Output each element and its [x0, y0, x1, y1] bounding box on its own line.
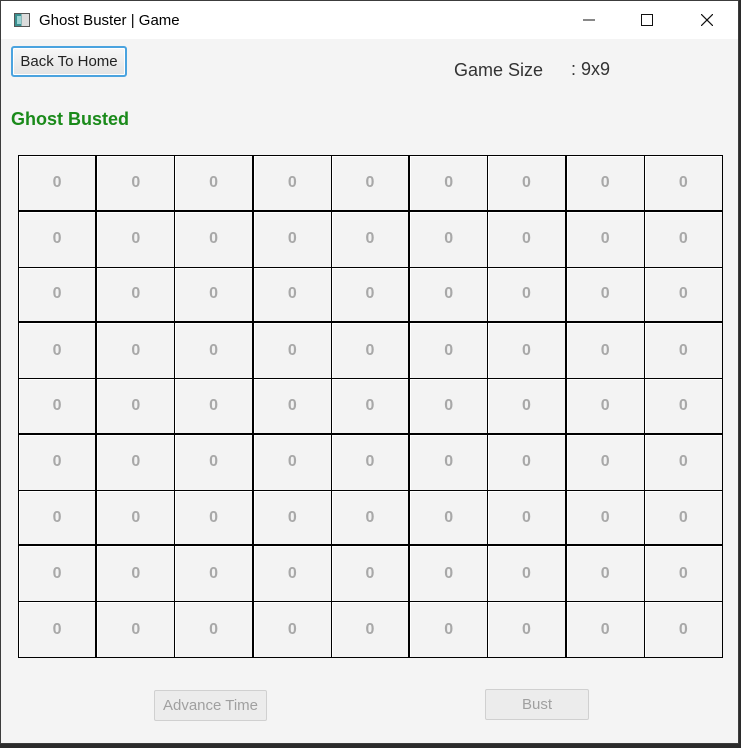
game-size-label: Game Size [454, 60, 544, 80]
back-to-home-button[interactable]: Back To Home [11, 46, 127, 77]
minimize-icon [583, 19, 595, 21]
board-cell[interactable]: 0 [331, 434, 411, 491]
board-cell[interactable]: 0 [175, 211, 254, 268]
board-cell[interactable]: 0 [19, 379, 98, 435]
board-cell[interactable]: 0 [97, 267, 176, 324]
board-cell[interactable]: 0 [19, 156, 98, 212]
app-window: Ghost Buster | Game Back To Home Game Si… [0, 0, 739, 744]
board-cell[interactable]: 0 [253, 546, 332, 603]
board-cell[interactable]: 0 [410, 323, 489, 380]
bust-button[interactable]: Bust [485, 689, 589, 720]
board-cell[interactable]: 0 [566, 267, 645, 324]
board-cell[interactable]: 0 [253, 379, 332, 435]
board-cell[interactable]: 0 [19, 267, 98, 324]
board-cell[interactable]: 0 [331, 379, 411, 435]
board-cell[interactable]: 0 [488, 156, 567, 212]
board-cell[interactable]: 0 [175, 434, 254, 491]
board-cell[interactable]: 0 [331, 602, 411, 658]
board-cell[interactable]: 0 [410, 546, 489, 603]
board-cell[interactable]: 0 [644, 323, 723, 380]
board-cell[interactable]: 0 [488, 379, 567, 435]
board-cell[interactable]: 0 [488, 211, 567, 268]
board-cell[interactable]: 0 [566, 434, 645, 491]
board-cell[interactable]: 0 [410, 434, 489, 491]
game-size-value: : 9x9 [571, 59, 611, 79]
window-title: Ghost Buster | Game [39, 12, 180, 29]
board-cell[interactable]: 0 [19, 546, 98, 603]
close-button[interactable] [678, 1, 736, 39]
board-cell[interactable]: 0 [644, 602, 723, 658]
board-cell[interactable]: 0 [97, 602, 176, 658]
board-cell[interactable]: 0 [19, 323, 98, 380]
board-cell[interactable]: 0 [566, 379, 645, 435]
board-cell[interactable]: 0 [97, 211, 176, 268]
board-cell[interactable]: 0 [566, 156, 645, 212]
board-cell[interactable]: 0 [410, 211, 489, 268]
board-cell[interactable]: 0 [331, 211, 411, 268]
game-board: 0000000000000000000000000000000000000000… [18, 155, 723, 658]
board-cell[interactable]: 0 [566, 490, 645, 547]
board-cell[interactable]: 0 [97, 546, 176, 603]
board-cell[interactable]: 0 [331, 546, 411, 603]
board-cell[interactable]: 0 [410, 379, 489, 435]
board-cell[interactable]: 0 [253, 434, 332, 491]
board-cell[interactable]: 0 [97, 156, 176, 212]
board-cell[interactable]: 0 [97, 379, 176, 435]
board-cell[interactable]: 0 [175, 267, 254, 324]
board-cell[interactable]: 0 [253, 602, 332, 658]
close-icon [701, 14, 713, 26]
board-cell[interactable]: 0 [566, 546, 645, 603]
board-cell[interactable]: 0 [488, 490, 567, 547]
board-cell[interactable]: 0 [644, 434, 723, 491]
maximize-icon [641, 14, 653, 26]
board-cell[interactable]: 0 [644, 211, 723, 268]
board-cell[interactable]: 0 [19, 602, 98, 658]
board-cell[interactable]: 0 [19, 434, 98, 491]
board-cell[interactable]: 0 [488, 434, 567, 491]
board-cell[interactable]: 0 [175, 602, 254, 658]
board-cell[interactable]: 0 [175, 379, 254, 435]
board-cell[interactable]: 0 [253, 490, 332, 547]
board-cell[interactable]: 0 [331, 323, 411, 380]
board-cell[interactable]: 0 [566, 323, 645, 380]
board-cell[interactable]: 0 [488, 546, 567, 603]
board-cell[interactable]: 0 [331, 490, 411, 547]
board-cell[interactable]: 0 [488, 323, 567, 380]
board-cell[interactable]: 0 [19, 211, 98, 268]
board-cell[interactable]: 0 [566, 602, 645, 658]
board-cell[interactable]: 0 [410, 490, 489, 547]
app-icon [14, 13, 30, 27]
board-cell[interactable]: 0 [175, 156, 254, 212]
board-cell[interactable]: 0 [97, 434, 176, 491]
game-content: Back To Home Game Size : 9x9 Ghost Buste… [1, 39, 738, 743]
board-cell[interactable]: 0 [253, 156, 332, 212]
board-cell[interactable]: 0 [410, 267, 489, 324]
board-cell[interactable]: 0 [644, 490, 723, 547]
board-cell[interactable]: 0 [331, 267, 411, 324]
title-bar: Ghost Buster | Game [1, 1, 738, 39]
board-cell[interactable]: 0 [175, 323, 254, 380]
board-cell[interactable]: 0 [488, 602, 567, 658]
board-cell[interactable]: 0 [175, 490, 254, 547]
board-cell[interactable]: 0 [488, 267, 567, 324]
board-cell[interactable]: 0 [175, 546, 254, 603]
board-cell[interactable]: 0 [253, 267, 332, 324]
board-cell[interactable]: 0 [253, 211, 332, 268]
board-cell[interactable]: 0 [253, 323, 332, 380]
status-message: Ghost Busted [11, 109, 130, 129]
board-cell[interactable]: 0 [97, 323, 176, 380]
board-cell[interactable]: 0 [644, 546, 723, 603]
board-cell[interactable]: 0 [644, 379, 723, 435]
maximize-button[interactable] [618, 1, 676, 39]
minimize-button[interactable] [560, 1, 618, 39]
board-cell[interactable]: 0 [566, 211, 645, 268]
advance-time-button[interactable]: Advance Time [154, 690, 267, 721]
board-cell[interactable]: 0 [644, 156, 723, 212]
board-cell[interactable]: 0 [331, 156, 411, 212]
board-cell[interactable]: 0 [97, 490, 176, 547]
board-cell[interactable]: 0 [19, 490, 98, 547]
board-cell[interactable]: 0 [410, 602, 489, 658]
board-cell[interactable]: 0 [410, 156, 489, 212]
board-cell[interactable]: 0 [644, 267, 723, 324]
